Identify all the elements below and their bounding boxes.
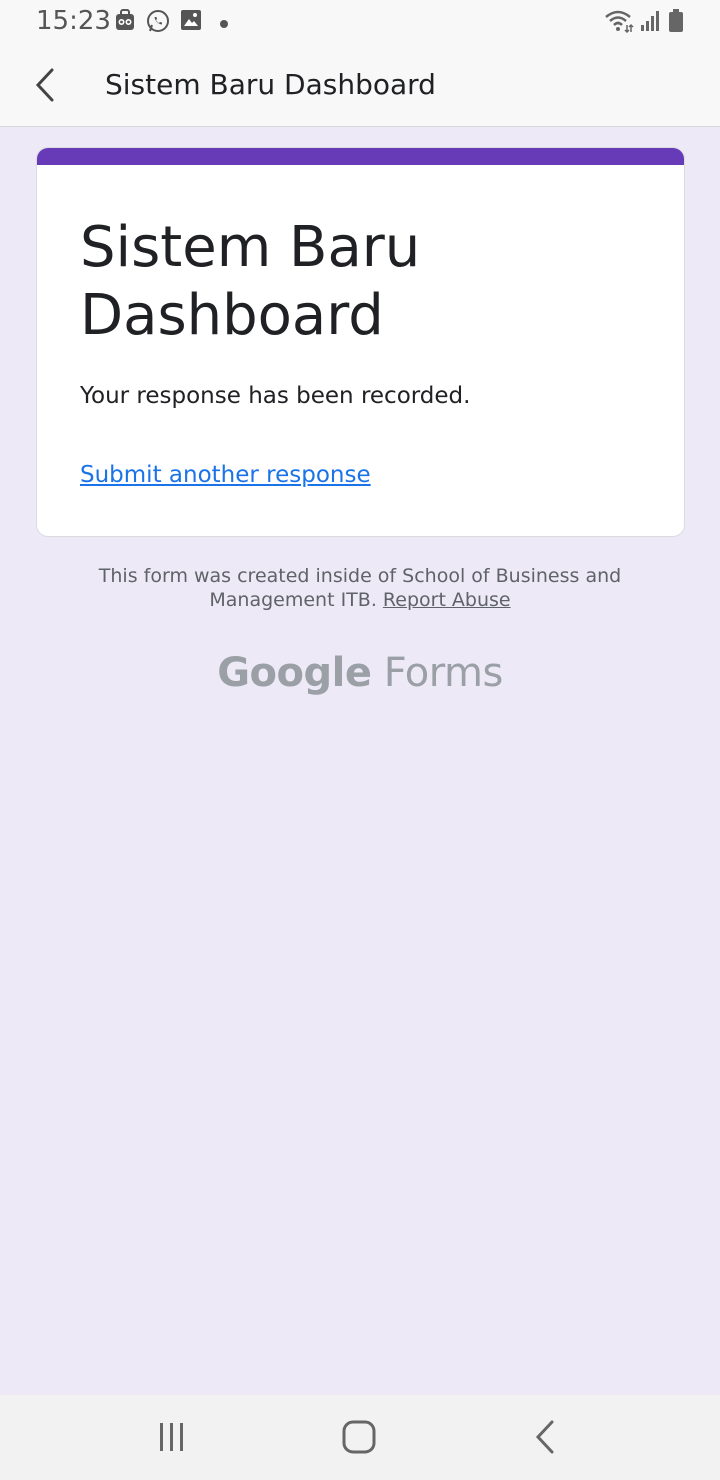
dot-icon — [219, 16, 229, 34]
nav-back-button[interactable] — [524, 1417, 568, 1457]
status-time: 15:23 — [36, 6, 111, 36]
footer-text: This form was created inside of School o… — [98, 565, 622, 611]
gallery-icon — [180, 9, 202, 36]
footer-disclaimer: This form was created inside of School o… — [60, 564, 660, 612]
app-bar: Sistem Baru Dashboard — [0, 44, 720, 127]
card-accent-bar — [37, 148, 684, 165]
wifi-icon — [604, 9, 634, 38]
logo-google-text: Google — [217, 650, 372, 696]
recent-apps-icon — [160, 1423, 183, 1451]
back-icon — [535, 1420, 554, 1454]
home-icon — [342, 1420, 376, 1454]
confirmation-card: Sistem Baru Dashboard Your response has … — [36, 147, 685, 537]
google-forms-logo: Google Forms — [0, 650, 720, 696]
battery-icon — [669, 9, 683, 38]
form-title: Sistem Baru Dashboard — [80, 215, 421, 348]
status-bar: 15:23 — [0, 0, 720, 44]
recent-apps-button[interactable] — [150, 1417, 194, 1457]
response-recorded-message: Your response has been recorded. — [80, 383, 471, 409]
signal-icon — [640, 9, 660, 38]
back-button[interactable] — [28, 64, 62, 106]
system-nav-bar — [0, 1395, 720, 1480]
home-button[interactable] — [337, 1417, 381, 1457]
chevron-left-icon — [35, 68, 54, 102]
report-abuse-link[interactable]: Report Abuse — [383, 589, 511, 611]
app-title: Sistem Baru Dashboard — [105, 68, 436, 101]
app-notification-icon — [115, 9, 135, 38]
submit-another-response-link[interactable]: Submit another response — [80, 462, 371, 488]
whatsapp-icon — [146, 9, 170, 38]
logo-forms-text: Forms — [383, 650, 504, 696]
